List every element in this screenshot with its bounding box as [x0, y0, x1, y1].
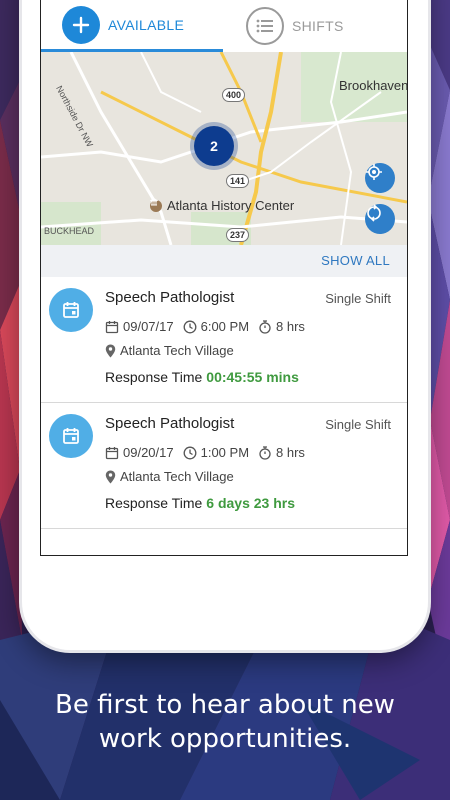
location-pin-icon	[105, 470, 116, 484]
highway-shield: 400	[222, 88, 246, 102]
map-label-poi: Atlanta History Center	[167, 198, 295, 213]
job-title: Speech Pathologist	[105, 289, 235, 306]
response-time-row: Response Time 6 days 23 hrs	[105, 495, 295, 511]
shift-type: Single Shift	[325, 291, 391, 306]
job-time: 6:00 PM	[200, 319, 250, 334]
tab-shifts-label: SHIFTS	[292, 18, 344, 34]
clock-icon	[183, 446, 197, 460]
list-icon	[246, 7, 284, 45]
tab-available[interactable]: AVAILABLE	[41, 0, 223, 52]
tagline-line-2: work opportunities.	[98, 724, 352, 754]
tagline-line-1: Be first to hear about new	[55, 690, 395, 720]
recenter-button[interactable]	[365, 204, 395, 234]
date-icon	[105, 320, 119, 334]
shift-type: Single Shift	[325, 417, 391, 432]
promo-tagline: Be first to hear about new work opportun…	[0, 688, 450, 756]
response-time-value: 6 days 23 hrs	[206, 495, 296, 511]
map-poi: Atlanta History Center	[150, 198, 294, 213]
job-location-row: Atlanta Tech Village	[105, 469, 234, 484]
highway-shield: 141	[226, 174, 250, 188]
job-location: Atlanta Tech Village	[120, 469, 234, 484]
my-location-button[interactable]	[365, 163, 395, 193]
stopwatch-icon	[258, 445, 272, 460]
map-label-brookhaven: Brookhaven	[339, 78, 407, 93]
job-meta: 09/20/17 1:00 PM 8 hrs	[105, 445, 305, 460]
response-time-row: Response Time 00:45:55 mins	[105, 369, 299, 385]
job-date: 09/20/17	[123, 445, 174, 460]
job-duration: 8 hrs	[276, 445, 305, 460]
show-all-link[interactable]: SHOW ALL	[321, 253, 390, 268]
job-location-row: Atlanta Tech Village	[105, 343, 234, 358]
app-screen: AVAILABLE SHIFTS Brookhaven Northside Dr…	[40, 0, 408, 556]
highway-shield: 237	[226, 228, 250, 242]
job-duration: 8 hrs	[276, 319, 305, 334]
map-cluster-marker[interactable]: 2	[194, 126, 234, 166]
clock-icon	[183, 320, 197, 334]
calendar-icon	[49, 414, 93, 458]
map-view[interactable]: Brookhaven Northside Dr NW 400 141 237 2…	[41, 52, 407, 245]
job-card[interactable]: Speech Pathologist Single Shift 09/07/17…	[41, 277, 407, 403]
job-time: 1:00 PM	[200, 445, 250, 460]
show-all-bar: SHOW ALL	[41, 245, 407, 277]
job-title: Speech Pathologist	[105, 415, 235, 432]
job-card[interactable]: Speech Pathologist Single Shift 09/20/17…	[41, 403, 407, 529]
job-meta: 09/07/17 6:00 PM 8 hrs	[105, 319, 305, 334]
response-time-label: Response Time	[105, 369, 203, 385]
job-date: 09/07/17	[123, 319, 174, 334]
tab-bar: AVAILABLE SHIFTS	[41, 0, 407, 52]
job-location: Atlanta Tech Village	[120, 343, 234, 358]
stopwatch-icon	[258, 319, 272, 334]
rotate-arrows-icon	[367, 204, 381, 222]
response-time-label: Response Time	[105, 495, 203, 511]
response-time-value: 00:45:55 mins	[206, 369, 299, 385]
plus-icon	[62, 5, 100, 44]
calendar-icon	[49, 288, 93, 332]
location-pin-icon	[105, 344, 116, 358]
museum-icon	[150, 198, 162, 212]
tab-shifts[interactable]: SHIFTS	[223, 0, 407, 52]
locate-icon	[366, 164, 382, 180]
tab-available-label: AVAILABLE	[108, 16, 185, 33]
map-label-buckhead: BUCKHEAD	[44, 226, 95, 236]
date-icon	[105, 446, 119, 460]
